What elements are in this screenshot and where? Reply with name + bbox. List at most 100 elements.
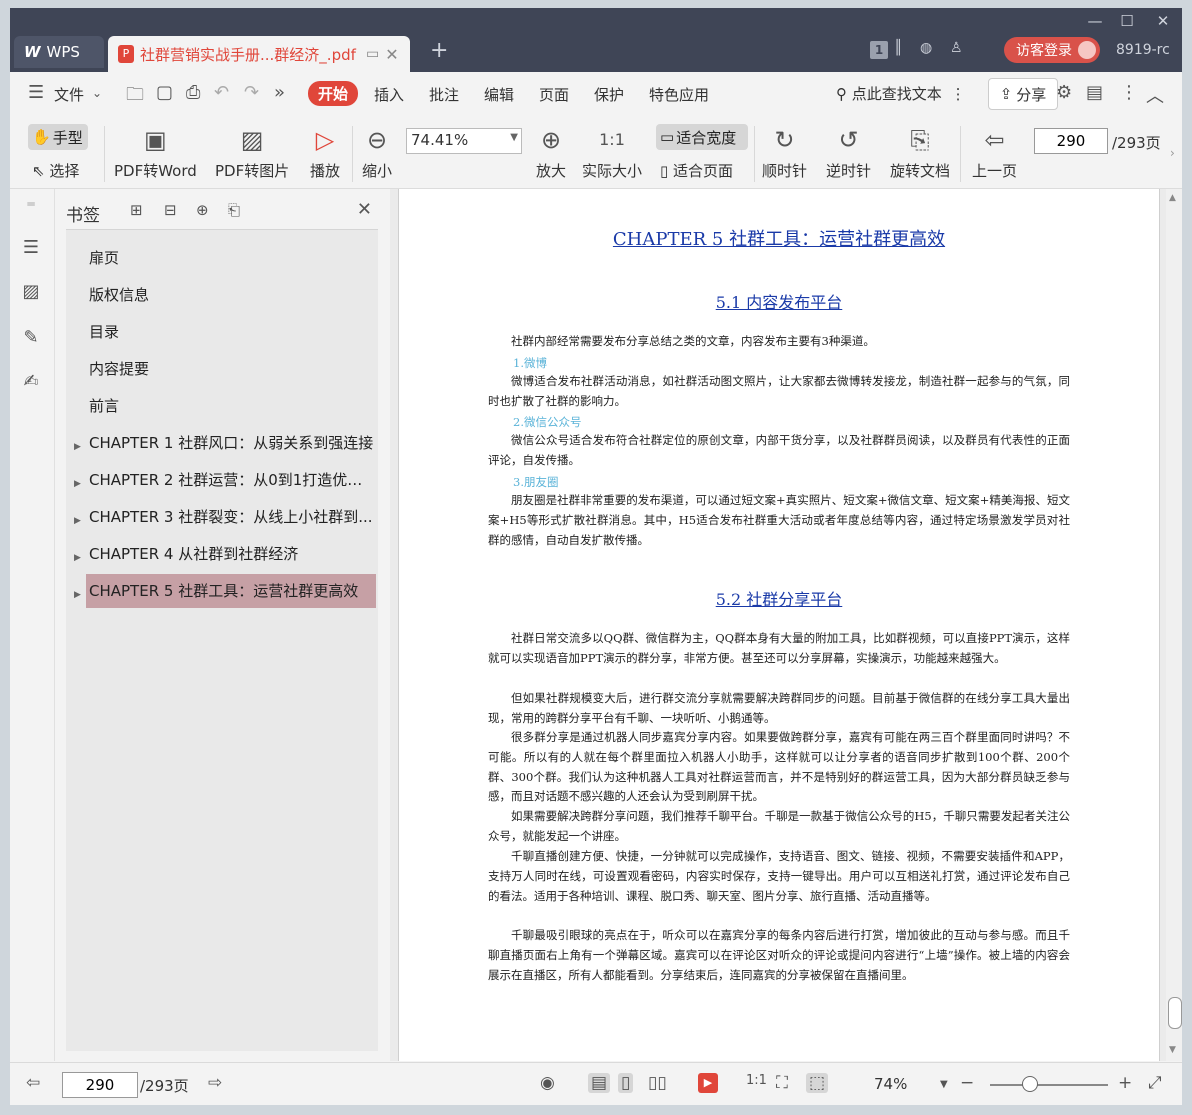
expand-arrow-icon[interactable]: ▶ [74,442,81,452]
play-button[interactable]: ▷ 播放 [310,124,340,181]
scroll-up-icon[interactable]: ▲ [1169,193,1176,203]
bookmark-item-selected[interactable]: CHAPTER 5 社群工具：运营社群更高效 [86,574,376,608]
more-icon[interactable]: » [274,82,285,103]
menu-annotate[interactable]: 批注 [429,84,459,105]
zoom-in-icon[interactable]: + [1118,1073,1132,1093]
menu-insert[interactable]: 插入 [374,84,404,105]
bookmark-item[interactable]: 版权信息 [86,278,376,312]
thumbnail-icon[interactable]: ▨ [20,281,42,303]
hand-tool-button[interactable]: ✋ 手型 [28,124,88,150]
undo-icon[interactable]: ↶ [214,82,229,103]
chevron-down-icon[interactable]: ⌄ [92,86,102,100]
save-icon[interactable]: ▢ [156,82,173,103]
two-page-icon[interactable]: ▯▯ [648,1073,667,1093]
fit-page-button[interactable]: ▯ 适合页面 [660,160,733,181]
single-page-continuous-icon[interactable]: ▤ [588,1073,611,1093]
maximize-icon[interactable]: ☐ [1112,12,1142,30]
fit-width-button[interactable]: ▭ 适合宽度 [656,124,748,150]
fullscreen-icon[interactable]: ⤢ [1148,1073,1162,1093]
actual-size-button[interactable]: 1:1 实际大小 [582,124,642,181]
expand-all-icon[interactable]: ⊞ [130,201,143,219]
menu-page[interactable]: 页面 [539,84,569,105]
tab-document[interactable]: P 社群营销实战手册...群经济_.pdf ▭ ✕ [108,36,410,72]
collapse-all-icon[interactable]: ⊟ [164,201,177,219]
menu-start[interactable]: 开始 [308,81,359,106]
menu-features[interactable]: 特色应用 [649,84,709,105]
bookmark-item[interactable]: 前言 [86,389,376,423]
close-window-icon[interactable]: ✕ [1148,12,1178,30]
status-page-input[interactable]: 290 [62,1072,138,1098]
pdf-to-image-button[interactable]: ▨ PDF转图片 [215,124,289,181]
rotate-counterclockwise-button[interactable]: ↺ 逆时针 [826,124,871,181]
actual-size-icon[interactable]: 1:1 [746,1073,767,1088]
add-bookmark-icon[interactable]: ⊕ [196,201,209,219]
menu-protect[interactable]: 保护 [594,84,624,105]
close-tab-icon[interactable]: ✕ [385,45,398,64]
document-viewport[interactable]: CHAPTER 5 社群工具：运营社群更高效 5.1 内容发布平台 社群内部经常… [390,189,1166,1061]
zoom-select[interactable]: 74.41% ▼ [406,128,522,154]
hamburger-icon[interactable]: ☰ [28,82,44,103]
skin-icon[interactable]: ◍ [920,40,932,56]
more-vertical-icon[interactable]: ⋮ [951,85,966,103]
single-page-icon[interactable]: ▯ [618,1073,634,1093]
expand-arrow-icon[interactable]: ▶ [74,479,81,489]
expand-arrow-icon[interactable]: ▶ [74,553,81,563]
prev-page-button[interactable]: ⇦ 上一页 [972,124,1017,181]
split-icon[interactable]: ║ [894,40,902,56]
monitor-icon[interactable]: ▭ [366,46,379,62]
annotation-icon[interactable]: ✎ [20,327,42,349]
bookmark-item[interactable]: CHAPTER 4 从社群到社群经济 [86,537,376,571]
chapter-title[interactable]: CHAPTER 5 社群工具：运营社群更高效 [399,225,1159,251]
fit-width-icon[interactable]: ⬚ [806,1073,829,1093]
minimize-icon[interactable]: — [1080,12,1110,30]
next-page-icon[interactable]: ⇨ [208,1073,222,1093]
bookmark-icon[interactable]: ⎗ [228,201,240,219]
tab-wps-home[interactable]: W WPS [14,36,104,68]
zoom-slider[interactable] [990,1084,1108,1086]
eye-icon[interactable]: ◉ [540,1073,555,1093]
scrollbar-thumb[interactable] [1168,997,1182,1029]
menu-edit[interactable]: 编辑 [484,84,514,105]
zoom-out-button[interactable]: ⊖ 缩小 [362,124,392,181]
redo-icon[interactable]: ↷ [244,82,259,103]
new-tab-icon[interactable]: + [430,38,448,63]
page-number-input[interactable]: 290 [1034,128,1108,154]
collapse-ribbon-icon[interactable]: ︿ [1146,82,1164,108]
print-icon[interactable]: ⎙ [186,82,200,103]
rotate-clockwise-button[interactable]: ↻ 顺时针 [762,124,807,181]
page-count-badge[interactable]: 1 [870,41,888,59]
zoom-in-button[interactable]: ⊕ 放大 [536,124,566,181]
expand-arrow-icon[interactable]: ▶ [74,590,81,600]
more-vertical-icon[interactable]: ⋮ [1120,82,1138,103]
section-title[interactable]: 5.2 社群分享平台 [399,586,1159,610]
vertical-scrollbar[interactable]: ▲ ▼ [1166,189,1182,1061]
zoom-slider-knob[interactable] [1022,1076,1038,1092]
bookmark-item[interactable]: CHAPTER 1 社群风口：从弱关系到强连接 [86,426,376,460]
bookmark-item[interactable]: 目录 [86,315,376,349]
bookmark-item[interactable]: CHAPTER 2 社群运营：从0到1打造优质... [86,463,376,497]
login-button[interactable]: 访客登录 [1004,37,1100,63]
share-button[interactable]: ⇪ 分享 [988,78,1058,110]
signature-icon[interactable]: ✍ [20,371,42,393]
chevron-right-icon[interactable]: › [1170,146,1175,160]
zoom-percentage[interactable]: 74% [874,1075,907,1093]
section-title[interactable]: 5.1 内容发布平台 [399,289,1159,313]
shirt-icon[interactable]: ♙ [950,40,963,56]
select-tool-button[interactable]: ⇖ 选择 [32,160,79,181]
file-menu[interactable]: 文件 [54,84,84,105]
scroll-down-icon[interactable]: ▼ [1169,1045,1176,1055]
bookmark-item[interactable]: 内容提要 [86,352,376,386]
drag-handle-icon[interactable]: ═ [20,197,42,219]
gear-icon[interactable]: ⚙ [1056,82,1072,103]
expand-arrow-icon[interactable]: ▶ [74,516,81,526]
zoom-out-icon[interactable]: − [960,1073,974,1093]
fit-page-icon[interactable]: ⛶ [776,1073,788,1093]
close-icon[interactable]: ✕ [357,199,372,220]
rotate-document-button[interactable]: ⎘ 旋转文档 [890,124,950,181]
chevron-down-icon[interactable]: ▼ [940,1079,948,1090]
prev-page-icon[interactable]: ⇦ [26,1073,40,1093]
pdf-to-word-button[interactable]: ▣ PDF转Word [114,124,197,181]
comment-icon[interactable]: ▤ [1086,82,1103,103]
outline-icon[interactable]: ☰ [20,237,42,259]
play-icon[interactable]: ▶ [698,1073,718,1093]
